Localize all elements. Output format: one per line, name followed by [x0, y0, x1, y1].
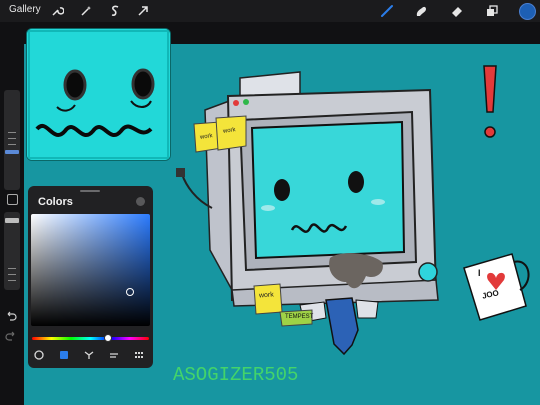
hue-knob[interactable]	[104, 334, 112, 342]
saturation-value-picker[interactable]	[31, 214, 150, 326]
exclamation-dot	[484, 126, 496, 138]
palettes-tab-icon[interactable]	[134, 350, 144, 360]
sticky-note-3	[253, 283, 283, 315]
left-eye	[274, 179, 290, 201]
undo-icon[interactable]	[5, 310, 17, 322]
colors-panel: Colors	[28, 186, 153, 368]
right-eye	[348, 171, 364, 193]
top-toolbar: Gallery	[0, 0, 540, 22]
layers-icon[interactable]	[485, 4, 499, 18]
eraser-icon[interactable]	[450, 4, 464, 18]
harmony-tab-icon[interactable]	[84, 350, 94, 360]
gallery-button[interactable]: Gallery	[9, 4, 41, 15]
artist-signature: ASOGIZER505	[173, 364, 299, 386]
magic-wand-icon[interactable]	[79, 4, 93, 18]
panel-drag-handle[interactable]	[80, 190, 100, 192]
hue-slider[interactable]	[32, 337, 149, 340]
brush-size-slider[interactable]	[4, 90, 20, 190]
sticky-note-label-3: work	[258, 291, 275, 300]
neck-tie	[325, 297, 359, 356]
opacity-slider[interactable]	[4, 212, 20, 290]
right-blush	[371, 199, 385, 205]
classic-tab-icon[interactable]	[59, 350, 69, 360]
close-icon[interactable]	[136, 197, 145, 206]
modify-button[interactable]	[7, 194, 18, 205]
transform-arrow-icon[interactable]	[136, 4, 150, 18]
brush-size-knob[interactable]	[5, 150, 19, 154]
sticky-note-label-tempest: TEMPEST	[285, 314, 314, 320]
reference-image	[27, 29, 170, 160]
cable-plug	[176, 168, 185, 177]
color-swatch-icon[interactable]	[519, 3, 536, 20]
collar-right	[355, 299, 379, 319]
redo-icon[interactable]	[5, 330, 17, 342]
opacity-knob[interactable]	[5, 218, 19, 223]
reference-panel[interactable]	[26, 28, 171, 161]
left-blush	[261, 205, 275, 211]
monitor-knob	[418, 262, 438, 282]
smudge-icon[interactable]	[414, 4, 428, 18]
exclamation-bar	[483, 65, 497, 113]
red-light	[233, 100, 239, 106]
wrench-icon[interactable]	[50, 4, 64, 18]
value-tab-icon[interactable]	[109, 350, 119, 360]
brush-icon[interactable]	[380, 4, 394, 18]
left-sidebar	[0, 22, 24, 405]
disc-tab-icon[interactable]	[34, 350, 44, 360]
colors-title: Colors	[38, 196, 73, 208]
green-light	[243, 99, 249, 105]
mug-label-i: I	[478, 268, 481, 278]
color-picker-knob[interactable]	[126, 288, 134, 296]
selection-s-icon[interactable]	[108, 4, 122, 18]
